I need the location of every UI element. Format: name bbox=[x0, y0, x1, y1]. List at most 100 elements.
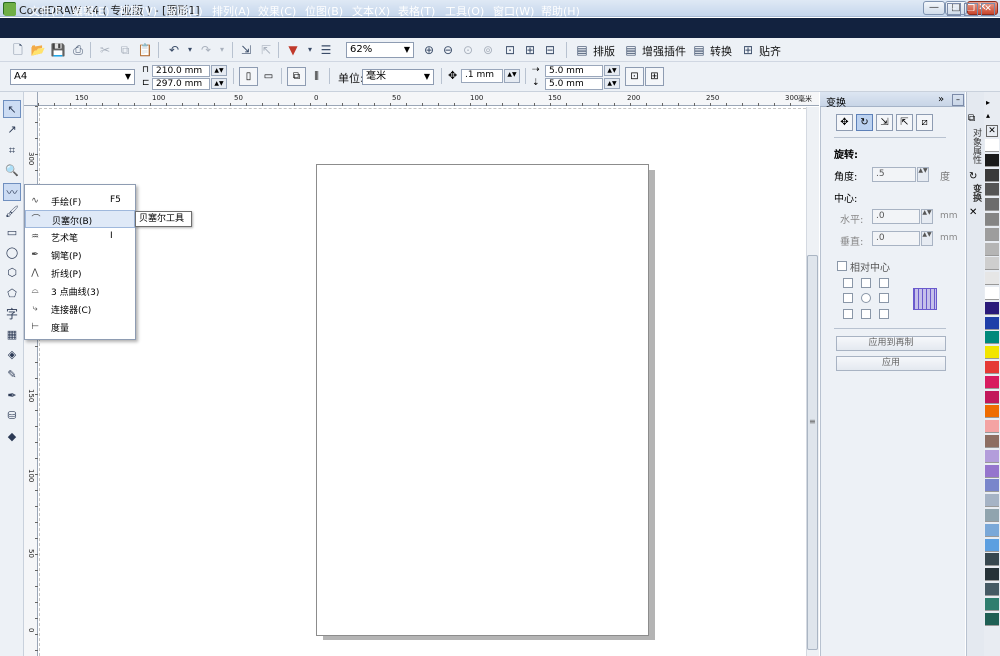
expand-icon[interactable]: » bbox=[938, 94, 944, 105]
color-swatch[interactable] bbox=[985, 139, 999, 152]
flyout-item-freehand[interactable]: ∿ 手绘(F) F5 bbox=[25, 192, 135, 210]
zoom-out-icon[interactable]: ⊖ bbox=[440, 42, 456, 58]
color-swatch[interactable] bbox=[985, 449, 999, 463]
rotate-mode-icon[interactable]: ↻ bbox=[856, 114, 873, 131]
height-spin-icon[interactable]: ▲▼ bbox=[211, 78, 227, 89]
ellipse-tool-icon[interactable]: ◯ bbox=[3, 244, 21, 262]
color-swatch[interactable] bbox=[985, 168, 999, 182]
fill-tool-icon[interactable]: ⛁ bbox=[3, 407, 21, 425]
color-swatch[interactable] bbox=[985, 198, 999, 212]
angle-field[interactable]: .5 bbox=[872, 167, 916, 182]
plugin-button[interactable]: 增强插件 bbox=[642, 43, 686, 59]
shape-tool-icon[interactable]: ↗ bbox=[3, 121, 21, 139]
palette-scroll-up-icon[interactable]: ▸ bbox=[986, 98, 990, 107]
menu-text[interactable]: 文本(X) bbox=[352, 3, 390, 19]
no-color-swatch-icon[interactable]: ✕ bbox=[986, 125, 998, 137]
tab-transform[interactable]: 变换 bbox=[967, 183, 983, 203]
nudge-spin-icon[interactable]: ▲▼ bbox=[504, 69, 520, 83]
document-icon[interactable] bbox=[4, 3, 16, 16]
text-tool-icon[interactable]: 字 bbox=[3, 305, 21, 323]
copy-icon[interactable]: ⧉ bbox=[117, 42, 133, 58]
zoom-width-icon[interactable]: ⊞ bbox=[522, 42, 538, 58]
color-swatch[interactable] bbox=[985, 479, 999, 493]
center-y-spin-icon[interactable]: ▲▼ bbox=[921, 231, 933, 246]
rectangle-tool-icon[interactable]: ▭ bbox=[3, 224, 21, 242]
color-swatch[interactable] bbox=[985, 153, 999, 167]
current-page-icon[interactable]: ⫼ bbox=[307, 67, 326, 86]
cut-icon[interactable]: ✂ bbox=[97, 42, 113, 58]
convert-icon[interactable]: ▤ bbox=[691, 42, 707, 58]
polygon-tool-icon[interactable]: ⬡ bbox=[3, 264, 21, 282]
color-swatch[interactable] bbox=[985, 597, 999, 611]
interactive-fill-icon[interactable]: ◆ bbox=[3, 428, 21, 446]
tab-object-properties[interactable]: 对象属性 bbox=[967, 125, 983, 167]
relative-center-checkbox[interactable] bbox=[837, 261, 847, 271]
import-icon[interactable]: ⇲ bbox=[238, 42, 254, 58]
basic-shapes-icon[interactable]: ⬠ bbox=[3, 285, 21, 303]
publish-pdf-icon[interactable]: ▼ bbox=[285, 42, 301, 58]
layout-button[interactable]: 排版 bbox=[593, 43, 615, 59]
color-swatch[interactable] bbox=[985, 390, 999, 404]
mdi-minimize-icon[interactable]: – bbox=[947, 3, 961, 16]
zoom-in-icon[interactable]: ⊕ bbox=[421, 42, 437, 58]
print-icon[interactable]: ⎙ bbox=[70, 42, 86, 58]
undo-icon[interactable]: ↶ bbox=[166, 42, 182, 58]
center-x-field[interactable]: .0 bbox=[872, 209, 920, 224]
zoom-height-icon[interactable]: ⊟ bbox=[542, 42, 558, 58]
dup-x-spin-icon[interactable]: ▲▼ bbox=[604, 65, 620, 76]
menu-view[interactable]: 视图(V) bbox=[119, 3, 157, 19]
redo-dropdown-icon[interactable]: ▾ bbox=[214, 42, 230, 58]
color-swatch[interactable] bbox=[985, 494, 999, 508]
flyout-item-dimension[interactable]: ⊢ 度量 bbox=[25, 318, 135, 336]
color-swatch[interactable] bbox=[985, 509, 999, 522]
redo-icon[interactable]: ↷ bbox=[198, 42, 214, 58]
color-swatch[interactable] bbox=[985, 405, 999, 419]
color-swatch[interactable] bbox=[985, 568, 999, 582]
zoom-tool-icon[interactable]: 🔍 bbox=[3, 162, 21, 180]
tab-close-icon[interactable]: ✕ bbox=[969, 207, 977, 218]
ruler-origin-icon[interactable] bbox=[24, 92, 38, 106]
interactive-blend-icon[interactable]: ◈ bbox=[3, 346, 21, 364]
menu-window[interactable]: 窗口(W) bbox=[493, 3, 534, 19]
mdi-restore-icon[interactable]: ❐ bbox=[964, 3, 978, 16]
color-swatch[interactable] bbox=[985, 183, 999, 197]
color-swatch[interactable] bbox=[985, 346, 999, 360]
menu-bitmaps[interactable]: 位图(B) bbox=[305, 3, 343, 19]
paper-size-combo[interactable]: A4 ▼ bbox=[10, 69, 135, 85]
angle-spin-icon[interactable]: ▲▼ bbox=[917, 167, 929, 182]
pick-tool-icon[interactable]: ↖ bbox=[3, 100, 21, 118]
unit-combo[interactable]: 毫米 ▼ bbox=[362, 69, 434, 85]
anchor-top-center[interactable] bbox=[861, 278, 871, 288]
flyout-item-pen[interactable]: ✒ 钢笔(P) bbox=[25, 246, 135, 264]
treat-as-filled-icon[interactable]: ⊡ bbox=[625, 67, 644, 86]
crop-tool-icon[interactable]: ⌗ bbox=[3, 142, 21, 160]
color-swatch[interactable] bbox=[985, 464, 999, 478]
duplicate-y-field[interactable]: 5.0 mm bbox=[545, 78, 603, 90]
paste-icon[interactable]: 📋 bbox=[137, 42, 153, 58]
page-height-field[interactable]: 297.0 mm bbox=[152, 78, 210, 90]
flyout-item-connector[interactable]: ⤷ 连接器(C) bbox=[25, 300, 135, 318]
menu-help[interactable]: 帮助(H) bbox=[541, 3, 580, 19]
anchor-bottom-center[interactable] bbox=[861, 309, 871, 319]
flyout-item-artistic-media[interactable]: ♒ 艺术笔 I bbox=[25, 228, 135, 246]
menu-layout[interactable]: 版面(L) bbox=[166, 3, 203, 19]
open-icon[interactable]: 📂 bbox=[30, 42, 46, 58]
apply-button[interactable]: 应用 bbox=[836, 356, 946, 371]
snap-icon[interactable]: ⊞ bbox=[740, 42, 756, 58]
duplicate-x-field[interactable]: 5.0 mm bbox=[545, 65, 603, 77]
page-width-field[interactable]: 210.0 mm bbox=[152, 65, 210, 77]
undo-dropdown-icon[interactable]: ▾ bbox=[182, 42, 198, 58]
mdi-close-icon[interactable]: ✕ bbox=[981, 3, 995, 16]
zoom-level-combo[interactable]: 62% ▼ bbox=[346, 42, 414, 58]
zoom-all-icon[interactable]: ⊚ bbox=[480, 42, 496, 58]
position-mode-icon[interactable]: ✥ bbox=[836, 114, 853, 131]
zoom-selected-icon[interactable]: ⊙ bbox=[460, 42, 476, 58]
apply-to-duplicate-button[interactable]: 应用到再制 bbox=[836, 336, 946, 351]
document-page[interactable] bbox=[316, 164, 649, 636]
menu-file[interactable]: 文件(F) bbox=[29, 3, 66, 19]
color-swatch[interactable] bbox=[985, 287, 999, 300]
smart-fill-icon[interactable]: 🖌 bbox=[3, 203, 21, 221]
color-swatch[interactable] bbox=[985, 553, 999, 567]
color-swatch[interactable] bbox=[985, 316, 999, 330]
flyout-item-three-point-curve[interactable]: ⌓ 3 点曲线(3) bbox=[25, 282, 135, 300]
